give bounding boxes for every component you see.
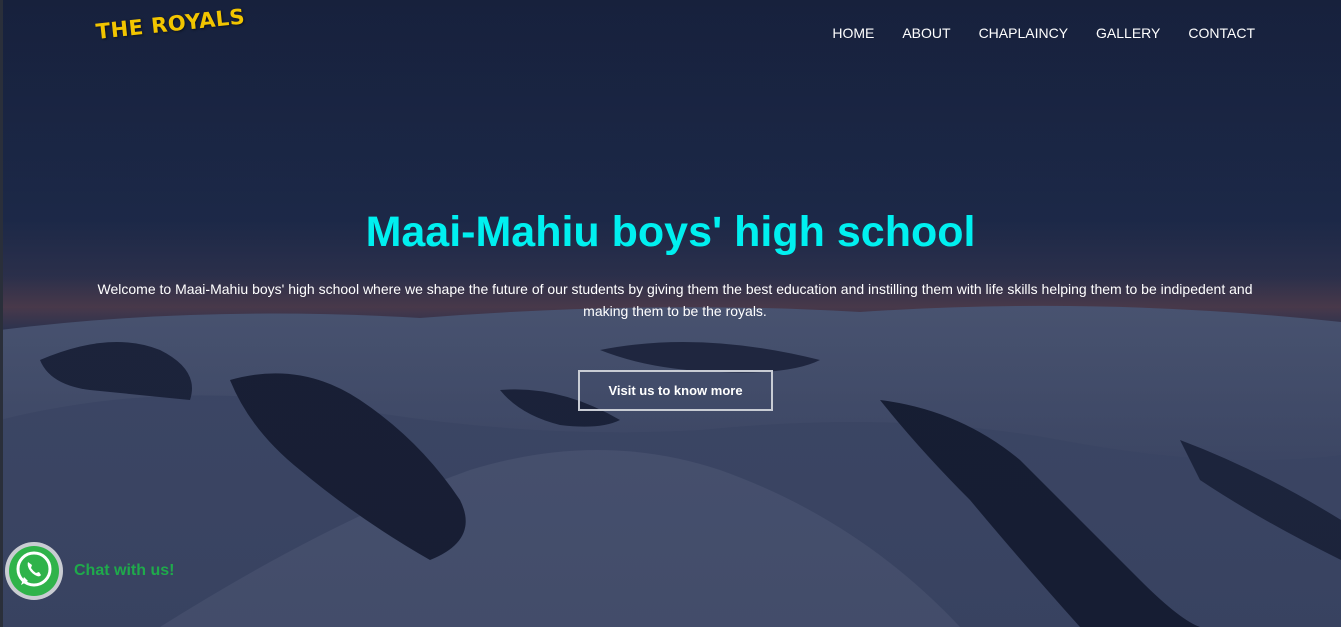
chat-label[interactable]: Chat with us!	[74, 562, 174, 580]
nav-item-contact[interactable]: CONTACT	[1188, 25, 1255, 41]
hero-section: THE ROYALS HOME ABOUT CHAPLAINCY GALLERY…	[0, 0, 1341, 627]
whatsapp-chat-widget[interactable]: Chat with us!	[4, 541, 174, 601]
hero-description: Welcome to Maai-Mahiu boys' high school …	[97, 281, 1253, 319]
main-nav: HOME ABOUT CHAPLAINCY GALLERY CONTACT	[804, 25, 1255, 41]
hero-title: Maai-Mahiu boys' high school	[365, 208, 976, 256]
nav-item-chaplaincy[interactable]: CHAPLAINCY	[979, 25, 1068, 41]
nav-item-gallery[interactable]: GALLERY	[1096, 25, 1160, 41]
nav-item-about[interactable]: ABOUT	[902, 25, 950, 41]
whatsapp-icon[interactable]	[4, 541, 64, 601]
nav-item-home[interactable]: HOME	[832, 25, 874, 41]
visit-cta-button[interactable]: Visit us to know more	[578, 370, 773, 411]
page-edge	[0, 0, 3, 627]
